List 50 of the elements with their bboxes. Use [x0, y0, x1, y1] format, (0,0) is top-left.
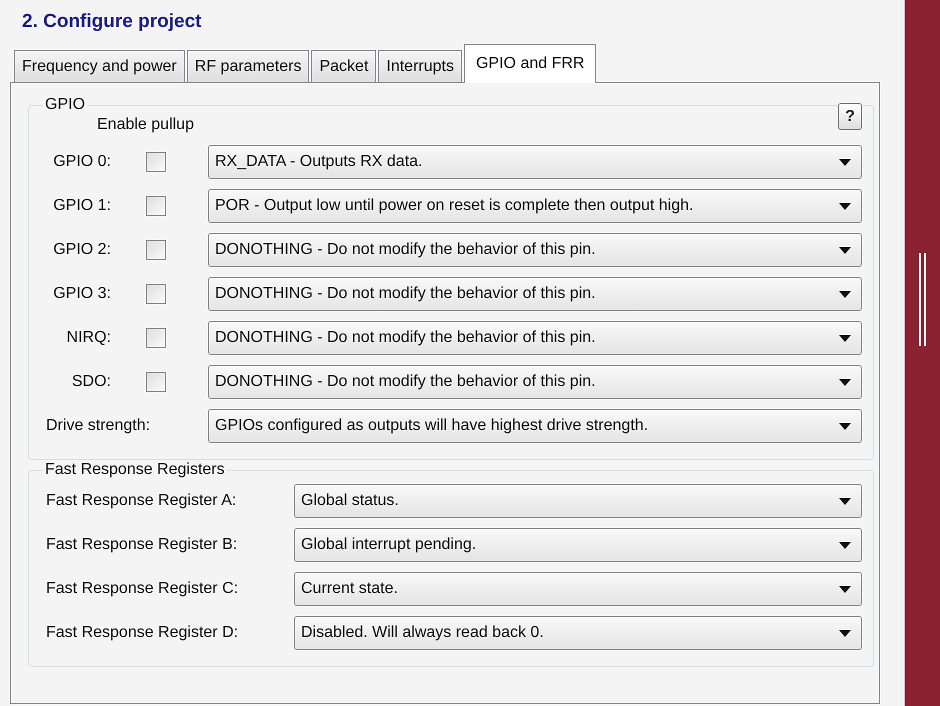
field-label: Fast Response Register C: — [45, 579, 240, 599]
dropdown[interactable]: DONOTHING - Do not modify the behavior of this pin. — [208, 365, 862, 399]
caret-icon — [839, 542, 851, 548]
caret-icon — [839, 378, 851, 386]
checkbox[interactable] — [146, 152, 166, 172]
caret-icon — [839, 158, 851, 166]
checkbox[interactable] — [146, 240, 166, 260]
dropdown[interactable]: Global status. — [294, 484, 862, 518]
caret-icon — [839, 290, 851, 298]
tab[interactable]: Interrupts — [378, 50, 462, 82]
caret-icon — [839, 202, 851, 210]
tab[interactable]: Frequency and power — [14, 50, 185, 82]
help-button[interactable]: ? — [838, 103, 862, 130]
field-label: NIRQ: — [66, 328, 111, 348]
checkbox[interactable] — [146, 328, 166, 348]
grip-icon[interactable] — [918, 253, 927, 346]
dropdown[interactable]: GPIOs configured as outputs will have highest drive strength. — [208, 409, 862, 443]
dropdown[interactable]: Disabled. Will always read back 0. — [294, 616, 862, 650]
dropdown[interactable]: DONOTHING - Do not modify the behavior of this pin. — [208, 321, 862, 355]
field-label: GPIO 1: — [52, 196, 111, 216]
dropdown[interactable]: DONOTHING - Do not modify the behavior of this pin. — [208, 233, 862, 267]
dropdown[interactable]: RX_DATA - Outputs RX data. — [208, 145, 862, 179]
group-title: GPIO — [44, 95, 86, 115]
tab[interactable]: RF parameters — [186, 50, 310, 82]
field-label: Fast Response Register B: — [45, 535, 238, 555]
caret-icon — [839, 334, 851, 342]
caret-icon — [839, 630, 851, 636]
field-label: GPIO 3: — [52, 284, 111, 304]
checkbox[interactable] — [146, 284, 166, 304]
tab[interactable]: Packet — [311, 50, 376, 82]
caret-icon — [839, 422, 851, 430]
group-title: Fast Response Registers — [44, 460, 226, 480]
tab[interactable]: GPIO and FRR — [464, 44, 596, 83]
caret-icon — [839, 586, 851, 592]
dropdown[interactable]: Global interrupt pending. — [294, 528, 862, 562]
field-label: SDO: — [70, 372, 111, 392]
field-label: Fast Response Register D: — [45, 623, 240, 643]
dropdown[interactable]: Current state. — [294, 572, 862, 606]
caret-icon — [839, 246, 851, 254]
field-label: Drive strength: — [45, 416, 152, 436]
dropdown[interactable]: POR - Output low until power on reset is complete then output high. — [208, 189, 862, 223]
section-heading: 2. Configure project — [22, 11, 202, 32]
field-label: Fast Response Register A: — [45, 491, 238, 511]
column-header: Enable pullup — [97, 115, 194, 135]
field-label: GPIO 0: — [52, 152, 111, 172]
field-label: GPIO 2: — [52, 240, 111, 260]
caret-icon — [839, 498, 851, 504]
checkbox[interactable] — [146, 196, 166, 216]
dropdown[interactable]: DONOTHING - Do not modify the behavior of this pin. — [208, 277, 862, 311]
checkbox[interactable] — [146, 372, 166, 392]
